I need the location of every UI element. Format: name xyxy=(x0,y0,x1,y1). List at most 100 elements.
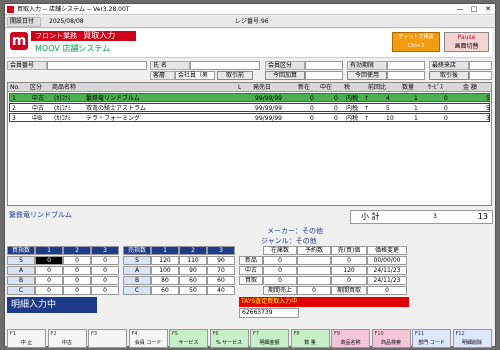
col-qty: 数量 xyxy=(402,84,415,91)
product-name: 繋鉄竜リンドブルム xyxy=(86,95,140,102)
close-button[interactable]: ✕ xyxy=(481,4,495,15)
service: 0 xyxy=(444,95,448,102)
sell-index-cell[interactable]: 60 xyxy=(151,286,179,295)
screen-title-bar: フロント業務 買取入力 xyxy=(31,31,136,41)
buy-index-cell[interactable]: 0 xyxy=(35,276,63,285)
buy-index-cell[interactable]: 0 xyxy=(91,256,119,265)
sell-index-cell[interactable]: 100 xyxy=(151,266,179,275)
buy-index-cell[interactable]: 0 xyxy=(35,286,63,295)
fkey-label: 中 止 xyxy=(20,340,33,346)
col-tax: 税 xyxy=(344,84,351,91)
minimize-button[interactable]: — xyxy=(453,4,467,15)
sell-index-cell[interactable]: 80 xyxy=(151,276,179,285)
buy-index-cell[interactable]: 0 xyxy=(63,286,91,295)
used-stock: 0 xyxy=(334,115,338,122)
customer-field[interactable]: 会社員（男 xyxy=(175,71,215,80)
sell-index-cell[interactable]: 40 xyxy=(207,286,235,295)
fkey-number: F5 xyxy=(172,331,179,337)
maximize-button[interactable]: □ xyxy=(467,4,481,15)
buy-index-cell[interactable]: 0 xyxy=(91,276,119,285)
buy-index-cell[interactable]: 0 xyxy=(63,276,91,285)
sell-index-cell[interactable]: 110 xyxy=(179,256,207,265)
buy-index-header: 買指数 xyxy=(7,246,35,255)
buy-index-cell[interactable]: 0 xyxy=(91,266,119,275)
pause-button[interactable]: Pause 画面切替 xyxy=(444,32,489,52)
stock-cell: 0 xyxy=(331,256,367,265)
sell-index-cell[interactable]: 90 xyxy=(207,256,235,265)
chat-label: チャットで相談 xyxy=(398,34,434,40)
table-row[interactable]: 3 中B (ｶ)ｺﾅﾐ テラ・フォーミング 99/99/99 0 0 内税 ↑ 10 1 0 3 xyxy=(9,113,490,122)
barcode-field[interactable]: 62663739 xyxy=(239,308,299,318)
sell-index-cell[interactable]: 60 xyxy=(179,276,207,285)
expiry-field[interactable] xyxy=(387,61,425,70)
fkey-number: F2 xyxy=(50,331,57,337)
maker: (ｶ)ｺﾅﾐ xyxy=(54,105,71,112)
last-visit-field[interactable] xyxy=(469,61,492,70)
window-title: 買取入力 -- 店舗システム -- Ver3.28.00T xyxy=(17,6,130,13)
detail-product-name: 繋鉄竜リンドブルム xyxy=(9,211,72,219)
qty: 1 xyxy=(414,115,418,122)
stock-header: 価格変更 xyxy=(367,246,407,255)
use-points-button[interactable]: 今回使用 xyxy=(347,71,387,80)
buy-index-cell[interactable]: 0 xyxy=(91,286,119,295)
fkey-f4[interactable]: F4 会員 コード xyxy=(128,329,168,348)
fkey-f8[interactable]: F8 数 量 xyxy=(290,329,330,348)
fkey-f3[interactable]: F3 xyxy=(88,329,127,348)
stock-row-label: 中古 xyxy=(239,266,263,275)
fkey-f6[interactable]: F6 % サービス xyxy=(209,329,249,348)
tays-status: TAYS査定買取入力中 xyxy=(239,297,409,307)
info-bar: 開設日付 2025/08/08 レジ番号:96 xyxy=(5,16,495,28)
tax: 内税 xyxy=(346,115,359,122)
use-points-field[interactable] xyxy=(387,71,425,80)
table-row[interactable]: 1 中古 (ｶ)ｺﾅﾐ 繋鉄竜リンドブルム 99/99/99 0 0 内税 ↑ 4 1 0 5 xyxy=(9,93,490,102)
post-trade-button[interactable]: 取引後 xyxy=(429,71,469,80)
fkey-label: 明細削除 xyxy=(461,340,482,346)
member-no-field[interactable] xyxy=(47,61,147,70)
qty: 1 xyxy=(414,105,418,112)
fkey-label: 数 量 xyxy=(304,340,316,346)
chat-consult-button[interactable]: チャットで相談 Ctrl+3 xyxy=(392,32,440,52)
header-banner: m フロント業務 買取入力 MOOV 店舗システム チャットで相談 Ctrl+3… xyxy=(7,29,492,58)
compare-arrow: ↑ xyxy=(364,95,370,102)
fkey-f5[interactable]: F5 サービス xyxy=(169,329,208,348)
fkey-f12[interactable]: F12 明細削除 xyxy=(452,329,492,348)
buy-index-cell[interactable]: 0 xyxy=(63,256,91,265)
fkey-f7[interactable]: F7 明細金額 xyxy=(250,329,289,348)
buy-index-cell[interactable]: 0 xyxy=(35,256,63,265)
post-trade-field[interactable] xyxy=(469,71,492,80)
add-points-button[interactable]: 今回加算 xyxy=(265,71,305,80)
no: 1 xyxy=(12,95,16,102)
fkey-f10[interactable]: F10 商品検索 xyxy=(371,329,411,348)
release-date: 99/99/99 xyxy=(255,115,282,122)
sell-index-cell[interactable]: 90 xyxy=(179,266,207,275)
fkey-label: 部門 コード xyxy=(418,340,445,346)
fkey-f11[interactable]: F11 部門 コード xyxy=(412,329,451,348)
buy-index-cell[interactable]: 0 xyxy=(63,266,91,275)
period-buy-value: 0 xyxy=(367,286,407,295)
fkey-f2[interactable]: F2 中古 xyxy=(47,329,87,348)
fkey-f1[interactable]: F1 中 止 xyxy=(7,329,46,348)
sell-index-header: 3 xyxy=(207,246,235,255)
table-row[interactable]: 2 中古 (ｶ)ｺﾅﾐ 双弯の騎士アストラム 99/99/99 0 0 内税 ↑ 5 1 0 5 xyxy=(9,103,490,112)
buy-index-cell[interactable]: 0 xyxy=(35,266,63,275)
stock-header: 予約数 xyxy=(297,246,331,255)
pre-trade-button[interactable]: 取引前 xyxy=(217,71,253,80)
fkey-number: F11 xyxy=(415,331,425,337)
sell-index-cell[interactable]: 60 xyxy=(207,276,235,285)
app-icon xyxy=(7,6,14,13)
tag-label: フロント業務 xyxy=(35,32,77,40)
sell-index-cell[interactable]: 120 xyxy=(151,256,179,265)
fkey-f9[interactable]: F9 商品名称 xyxy=(331,329,370,348)
compare: 4 xyxy=(386,95,390,102)
name-field[interactable] xyxy=(190,61,260,70)
sell-index-cell[interactable]: 70 xyxy=(207,266,235,275)
col-compare: 前回比 xyxy=(368,84,387,91)
member-type-field[interactable] xyxy=(305,61,343,70)
add-points-field[interactable] xyxy=(305,71,343,80)
fkey-number: F9 xyxy=(334,331,341,337)
fkey-number: F10 xyxy=(374,331,384,337)
col-no: No. xyxy=(10,84,20,91)
no: 2 xyxy=(12,105,16,112)
sell-index-cell[interactable]: 50 xyxy=(179,286,207,295)
sell-index-header: 売指数 xyxy=(123,246,151,255)
